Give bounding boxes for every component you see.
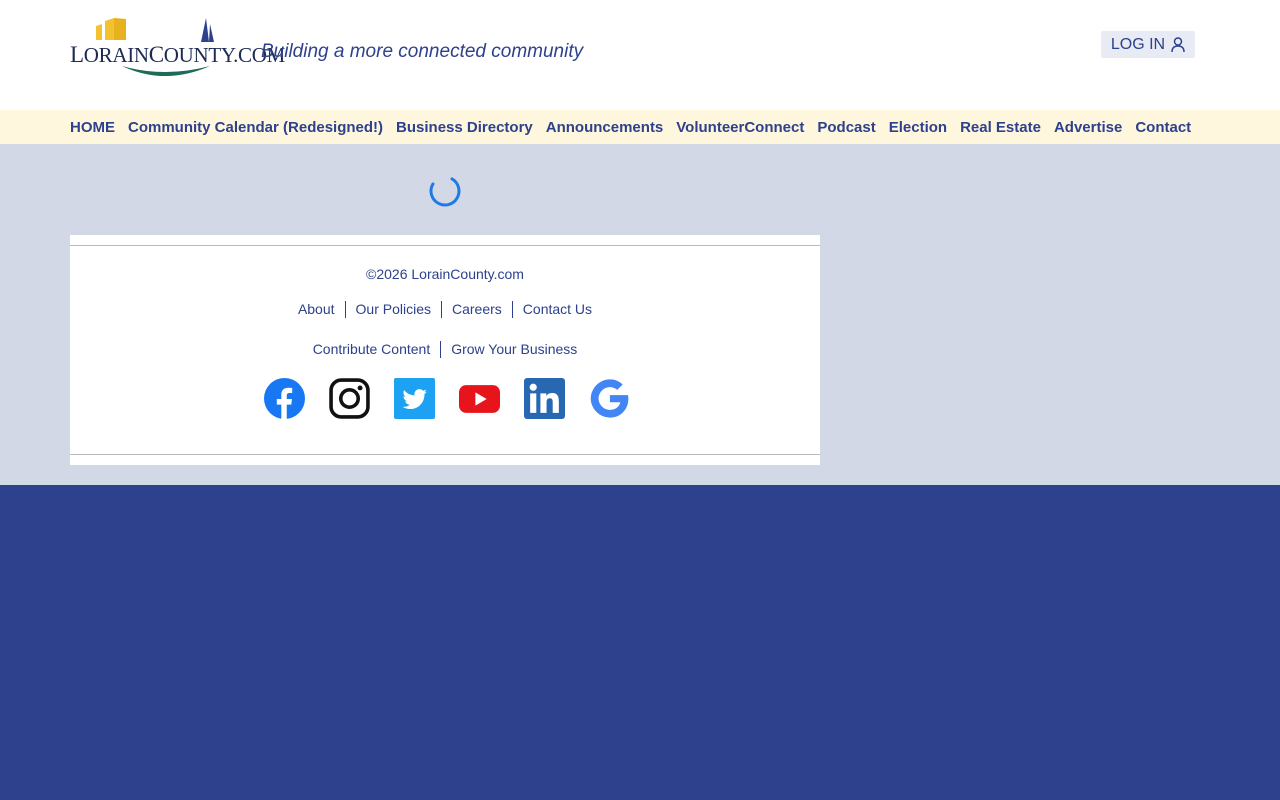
nav-item-business-directory[interactable]: Business Directory <box>396 119 533 136</box>
youtube-icon[interactable] <box>459 378 500 419</box>
footer-link-contribute-content[interactable]: Contribute Content <box>303 341 441 358</box>
footer-links-primary: About Our Policies Careers Contact Us <box>70 301 820 318</box>
logo-text: LORAINCOUNTY.COM <box>70 42 285 67</box>
footer-link-careers[interactable]: Careers <box>441 301 512 318</box>
nav-list: HOME Community Calendar (Redesigned!) Bu… <box>70 110 1191 144</box>
nav-item-advertise[interactable]: Advertise <box>1054 119 1122 136</box>
footer-copyright: ©2026 LorainCounty.com <box>366 266 524 282</box>
twitter-icon[interactable] <box>394 378 435 419</box>
footer-links-secondary: Contribute Content Grow Your Business <box>70 341 820 358</box>
social-links <box>264 378 630 419</box>
nav-item-contact[interactable]: Contact <box>1135 119 1191 136</box>
nav-item-community-calendar[interactable]: Community Calendar (Redesigned!) <box>128 119 383 136</box>
site-footer: ©2026 LorainCounty.com About Our Policie… <box>70 235 820 465</box>
nav-item-election[interactable]: Election <box>889 119 947 136</box>
footer-link-our-policies[interactable]: Our Policies <box>344 301 441 318</box>
nav-item-podcast[interactable]: Podcast <box>817 119 875 136</box>
linkedin-icon[interactable] <box>524 378 565 419</box>
site-header: LORAINCOUNTY.COM Building a more connect… <box>0 0 1280 110</box>
site-tagline: Building a more connected community <box>261 41 584 62</box>
google-icon[interactable] <box>589 378 630 419</box>
main-navigation: HOME Community Calendar (Redesigned!) Bu… <box>0 110 1280 144</box>
main-content: ©2026 LorainCounty.com About Our Policie… <box>0 144 1280 485</box>
nav-item-home[interactable]: HOME <box>70 119 115 136</box>
login-label: LOG IN <box>1110 35 1166 53</box>
login-button[interactable]: LOG IN <box>1101 31 1195 58</box>
loading-spinner-icon <box>429 175 461 207</box>
nav-item-announcements[interactable]: Announcements <box>546 119 664 136</box>
footer-link-grow-your-business[interactable]: Grow Your Business <box>440 341 587 358</box>
footer-link-contact-us[interactable]: Contact Us <box>511 301 602 318</box>
footer-divider-bottom <box>70 454 820 455</box>
footer-link-about[interactable]: About <box>288 301 345 318</box>
footer-divider-top <box>70 245 820 246</box>
facebook-icon[interactable] <box>264 378 305 419</box>
instagram-icon[interactable] <box>329 378 370 419</box>
site-logo[interactable]: LORAINCOUNTY.COM <box>70 16 285 78</box>
nav-item-volunteer-connect[interactable]: VolunteerConnect <box>676 119 804 136</box>
nav-item-real-estate[interactable]: Real Estate <box>960 119 1041 136</box>
user-icon <box>1171 36 1185 52</box>
